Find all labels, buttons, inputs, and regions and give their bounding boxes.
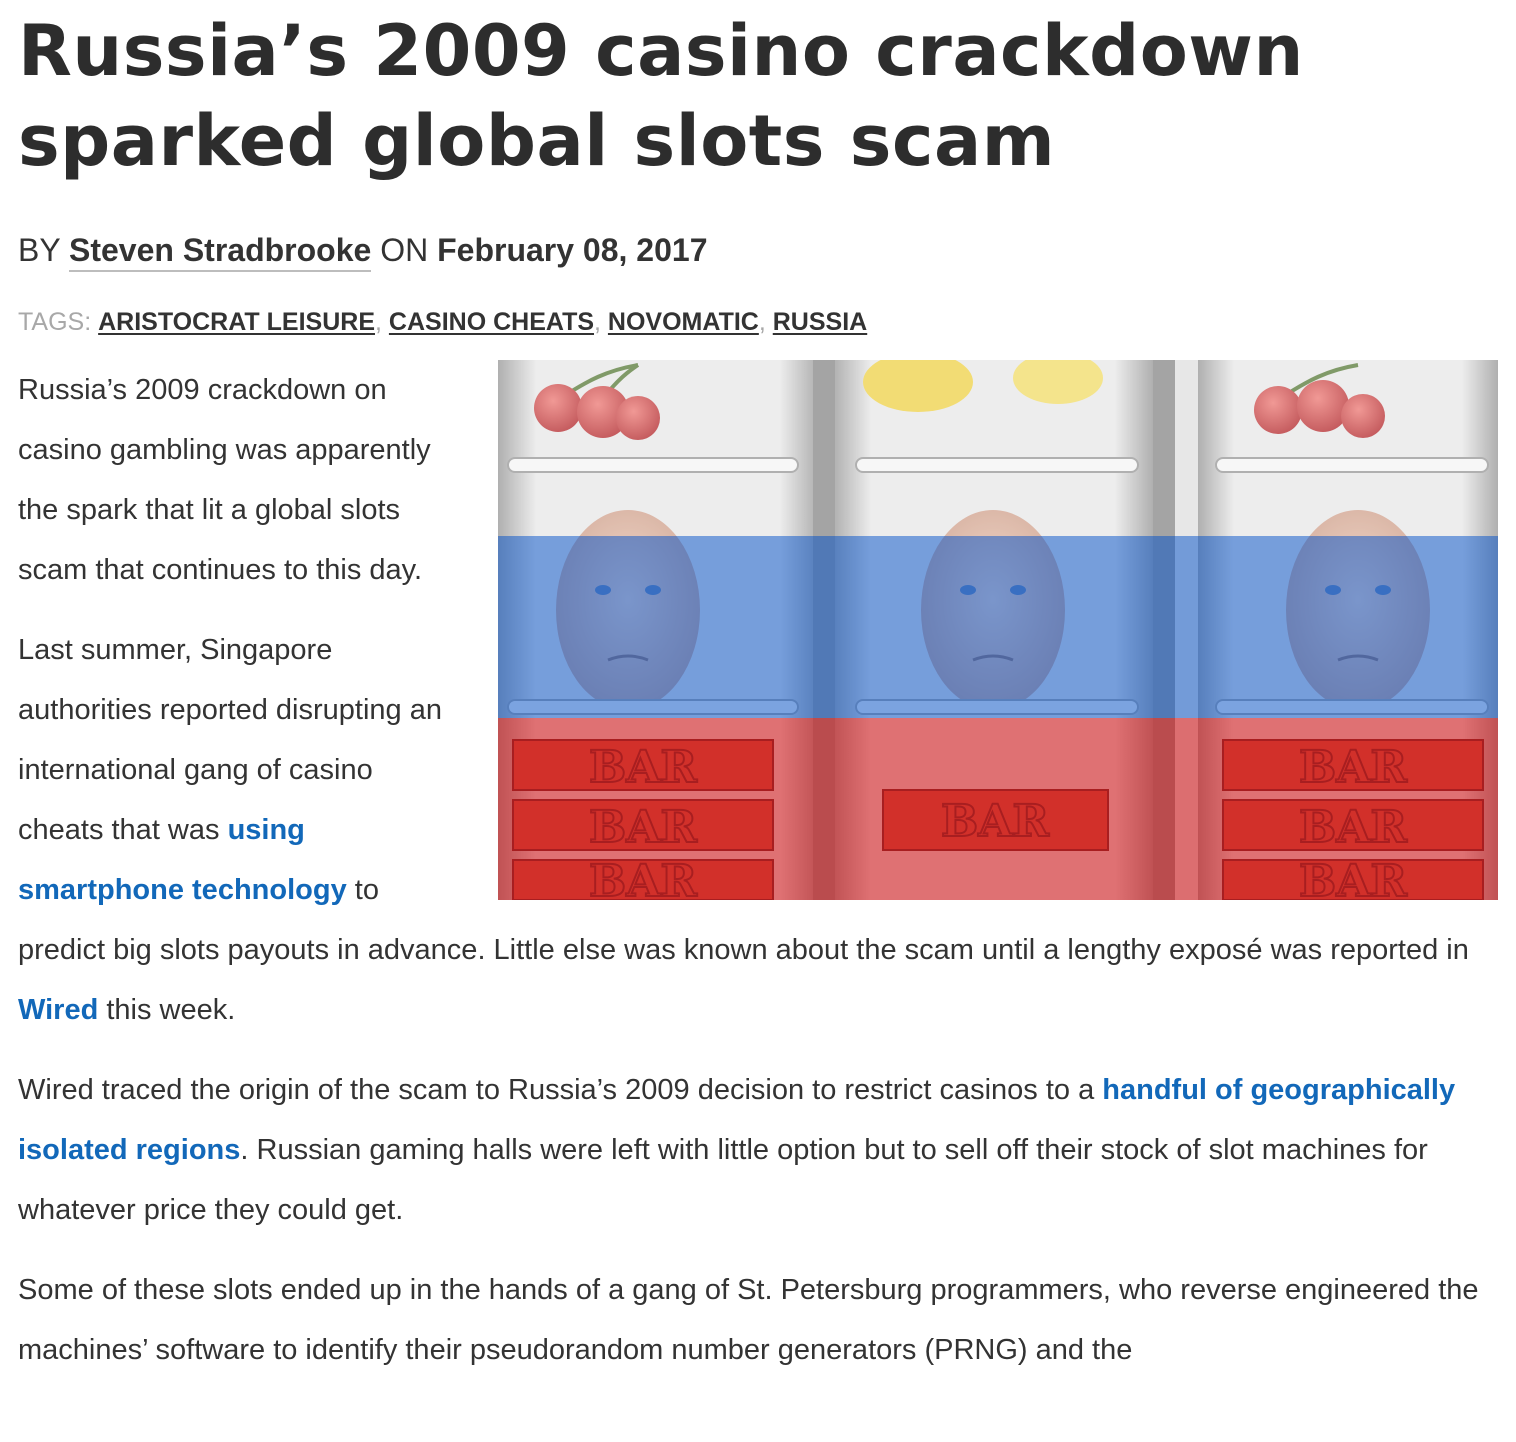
publish-date: February 08, 2017 bbox=[437, 232, 708, 268]
tags-label: TAGS: bbox=[18, 308, 92, 336]
byline: BY Steven Stradbrooke ON February 08, 20… bbox=[18, 230, 1498, 272]
paragraph-3: Wired traced the origin of the scam to R… bbox=[18, 1060, 1498, 1240]
tag-separator: , bbox=[594, 308, 601, 336]
byline-by: BY bbox=[18, 232, 61, 268]
byline-on: ON bbox=[380, 232, 429, 268]
paragraph-2-text: this week. bbox=[98, 994, 236, 1026]
article: Russia’s 2009 casino crackdown sparked g… bbox=[18, 0, 1498, 1400]
author-link[interactable]: Steven Stradbrooke bbox=[69, 232, 372, 272]
wired-link[interactable]: Wired bbox=[18, 994, 98, 1026]
russian-flag-overlay bbox=[498, 360, 1498, 900]
tags-row: TAGS: ARISTOCRAT LEISURE, CASINO CHEATS,… bbox=[18, 306, 1498, 338]
article-body: BAR BAR BAR BAR BAR BAR BAR Ru bbox=[18, 360, 1498, 1380]
tag-link-casino-cheats[interactable]: CASINO CHEATS bbox=[389, 308, 594, 336]
paragraph-4: Some of these slots ended up in the hand… bbox=[18, 1274, 1479, 1366]
hero-image: BAR BAR BAR BAR BAR BAR BAR bbox=[498, 360, 1498, 900]
tag-link-novomatic[interactable]: NOVOMATIC bbox=[608, 308, 759, 336]
article-title: Russia’s 2009 casino crackdown sparked g… bbox=[18, 10, 1304, 182]
tag-separator: , bbox=[375, 308, 382, 336]
tag-separator: , bbox=[758, 308, 766, 336]
paragraph-3-text: Wired traced the origin of the scam to R… bbox=[18, 1074, 1103, 1106]
tag-link-aristocrat-leisure[interactable]: ARISTOCRAT LEISURE bbox=[98, 308, 375, 336]
tag-link-russia[interactable]: RUSSIA bbox=[773, 308, 867, 336]
